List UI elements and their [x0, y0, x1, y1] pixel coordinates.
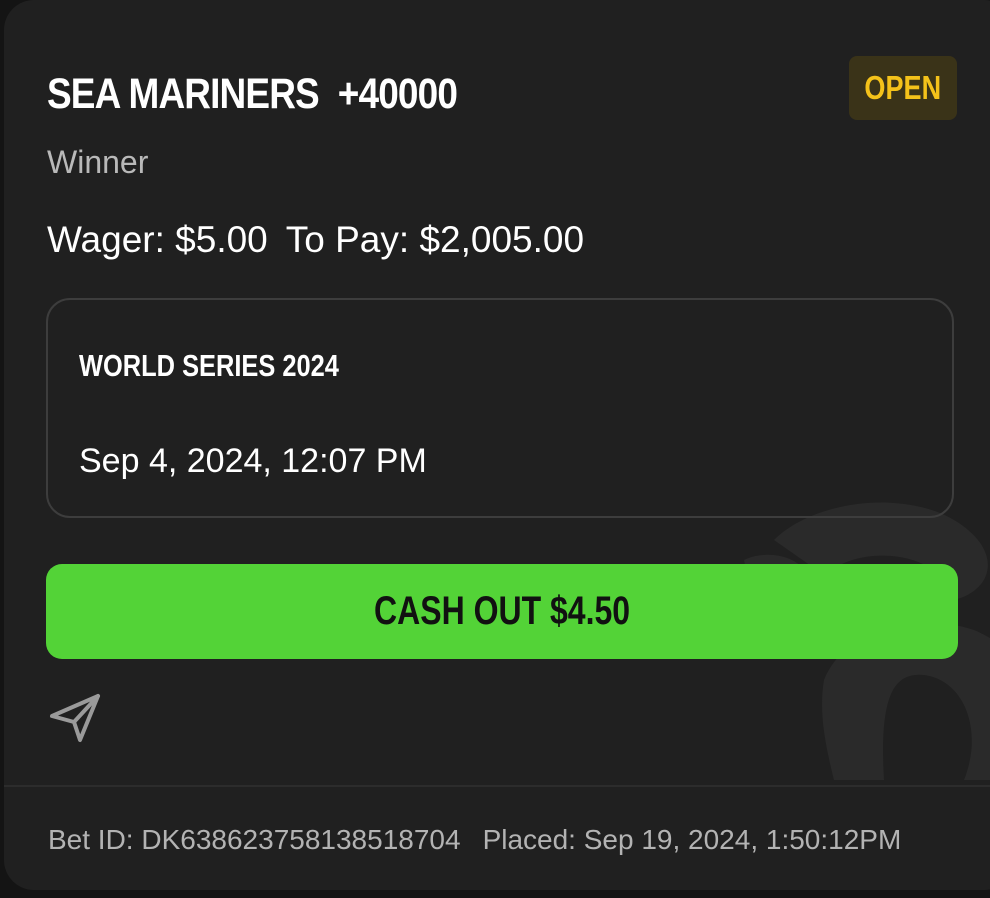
bet-id: Bet ID: DK638623758138518704	[48, 824, 461, 855]
cash-out-label: CASH OUT $4.50	[373, 589, 631, 633]
cash-out-button[interactable]: CASH OUT $4.50	[46, 564, 958, 659]
bet-title-row: SEA MARINERS +40000	[47, 66, 524, 122]
bet-card: SEA MARINERS +40000 OPEN Winner Wager: $5…	[4, 0, 990, 890]
odds-value: +40000	[337, 69, 458, 118]
wager-summary: Wager: $5.00 To Pay: $2,005.00	[47, 219, 584, 261]
wager-amount: Wager: $5.00	[47, 219, 268, 260]
to-pay-amount: To Pay: $2,005.00	[285, 219, 585, 260]
market-type: Winner	[47, 144, 149, 180]
event-datetime: Sep 4, 2024, 12:07 PM	[79, 442, 427, 480]
event-name: WORLD SERIES 2024	[79, 348, 339, 383]
selection-name: SEA MARINERS	[47, 69, 320, 118]
bet-footer: Bet ID: DK638623758138518704 Placed: Sep …	[48, 824, 901, 856]
placed-timestamp: Placed: Sep 19, 2024, 1:50:12PM	[482, 824, 902, 855]
event-details-box: WORLD SERIES 2024 Sep 4, 2024, 12:07 PM	[46, 298, 954, 518]
status-badge: OPEN	[849, 56, 957, 120]
status-label: OPEN	[864, 69, 942, 106]
footer-divider	[4, 785, 990, 787]
send-icon[interactable]	[48, 690, 104, 746]
bet-title: SEA MARINERS +40000	[47, 69, 458, 119]
